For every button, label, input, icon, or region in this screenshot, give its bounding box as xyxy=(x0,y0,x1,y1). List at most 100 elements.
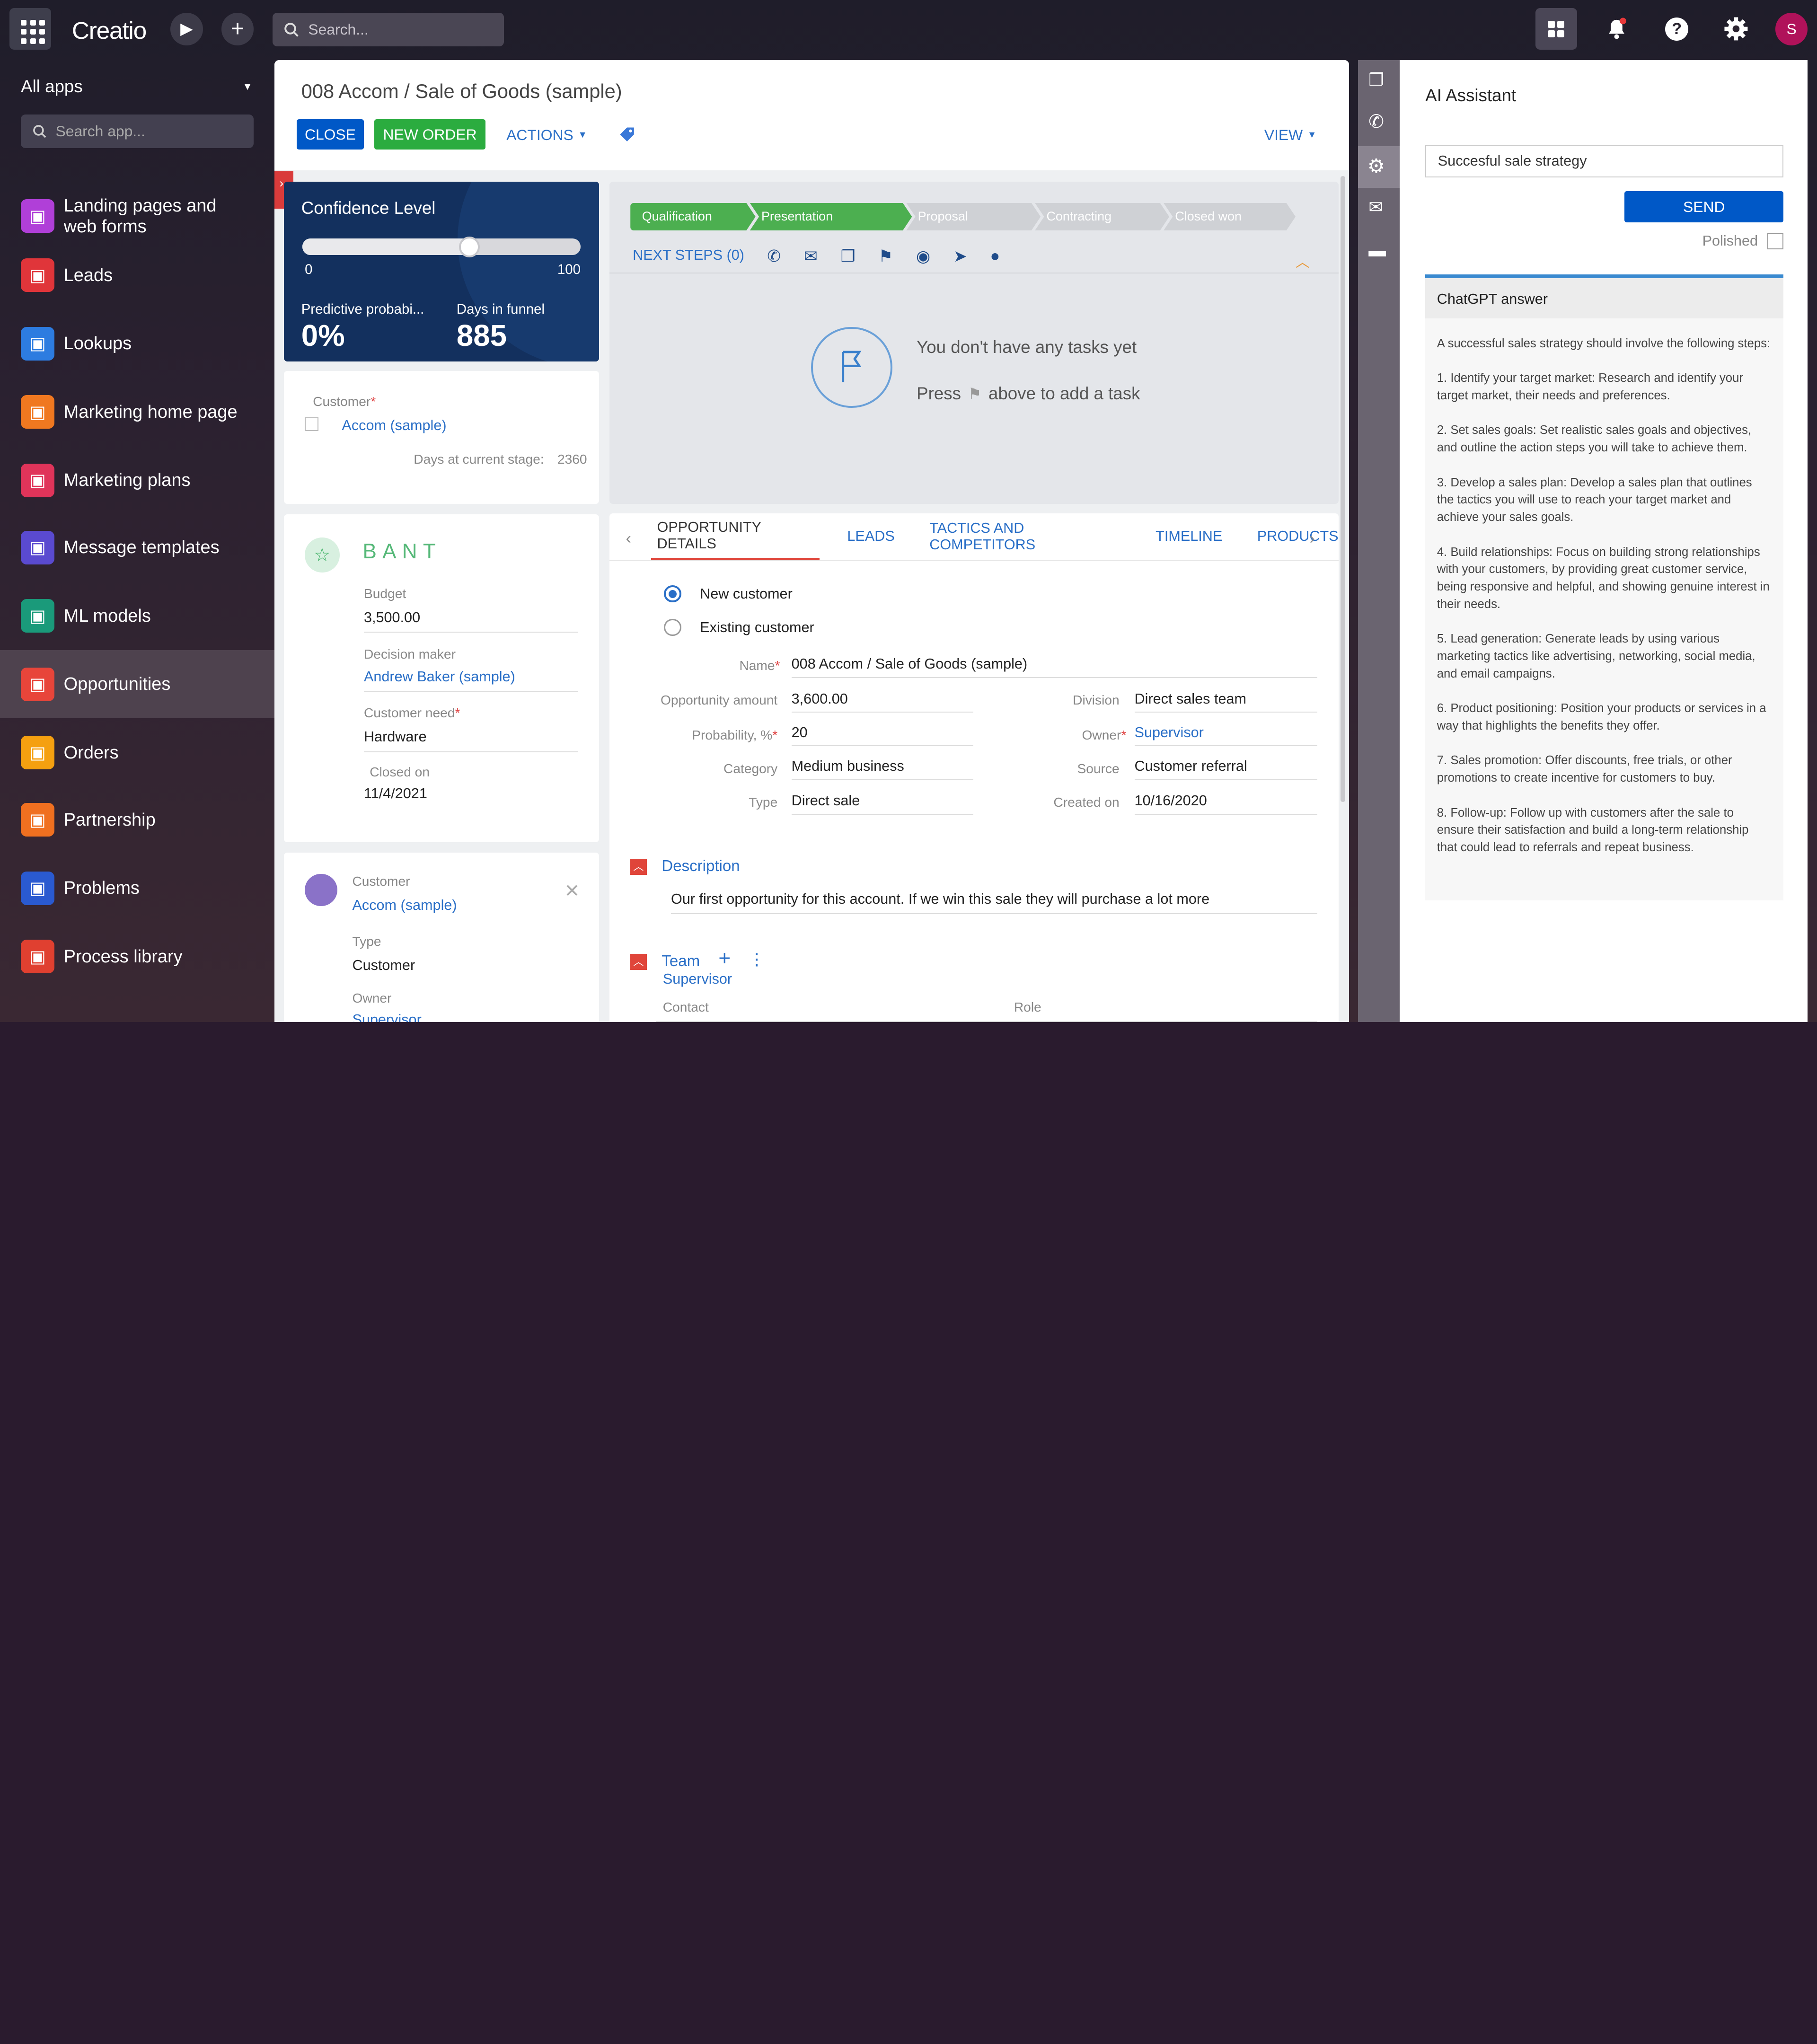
tabs-next-icon[interactable]: › xyxy=(1309,529,1314,548)
actions-menu[interactable]: ACTIONS ▼ xyxy=(506,126,587,144)
gear-icon[interactable]: ⚙ xyxy=(1367,154,1385,177)
ai-prompt-input[interactable]: Succesful sale strategy xyxy=(1425,145,1783,177)
team-contact-link[interactable]: Supervisor xyxy=(663,971,732,987)
existing-customer-radio[interactable]: Existing customer xyxy=(664,618,814,636)
sidebar-item-opportunities[interactable]: ▣ Opportunities xyxy=(0,650,275,719)
add-button[interactable]: + xyxy=(221,12,254,45)
days-funnel-label: Days in funnel xyxy=(456,301,545,317)
whatsapp-icon[interactable]: ● xyxy=(990,247,1000,265)
amount-field[interactable]: 3,600.00 xyxy=(791,691,974,713)
flag-icon[interactable]: ⚑ xyxy=(878,247,893,266)
customer-mini-card: Customer Accom (sample) ✕ Type Customer … xyxy=(283,853,600,1022)
sidebar-item-problems[interactable]: ▣ Problems xyxy=(0,854,274,922)
tab-opportunity-details[interactable]: OPPORTUNITY DETAILS xyxy=(651,513,820,560)
probability-field[interactable]: 20 xyxy=(791,724,974,747)
sidebar-item-marketing-home-page[interactable]: ▣ Marketing home page xyxy=(0,378,274,446)
creatio-logo: Creatio xyxy=(71,17,147,44)
sidebar-item-message-templates[interactable]: ▣ Message templates xyxy=(0,513,274,581)
sidebar-item-leads[interactable]: ▣ Leads xyxy=(0,241,274,309)
stage-presentation[interactable]: Presentation xyxy=(750,203,912,231)
help-button[interactable]: ? xyxy=(1656,8,1698,50)
radio-unchecked-icon xyxy=(664,618,681,636)
type-label: Type xyxy=(352,934,381,949)
user-avatar[interactable]: S xyxy=(1775,12,1808,45)
ml-icon: ▣ xyxy=(21,599,55,633)
telegram-icon[interactable]: ➤ xyxy=(953,247,967,266)
tab-leads[interactable]: LEADS xyxy=(847,513,894,560)
close-button[interactable]: CLOSE xyxy=(296,119,364,150)
more-icon[interactable]: ⋮ xyxy=(749,950,765,969)
tag-icon xyxy=(620,127,634,141)
answer-paragraph: 3. Develop a sales plan: Develop a sales… xyxy=(1437,476,1752,524)
mini-customer-link[interactable]: Accom (sample) xyxy=(352,897,457,914)
customer-need-field[interactable]: Hardware xyxy=(363,729,579,752)
source-field[interactable]: Customer referral xyxy=(1134,758,1318,780)
sidebar-item-lookups[interactable]: ▣ Lookups xyxy=(0,309,274,378)
tabs-prev-icon[interactable]: ‹ xyxy=(626,529,631,548)
collapse-icon[interactable]: ︿ xyxy=(1296,251,1309,271)
sidebar-item-ml-models[interactable]: ▣ ML models xyxy=(0,581,274,650)
team-title[interactable]: Team xyxy=(662,952,700,970)
created-field[interactable]: 10/16/2020 xyxy=(1134,793,1318,815)
owner-field[interactable]: Supervisor xyxy=(1134,724,1318,747)
stage-qualification[interactable]: Qualification xyxy=(630,203,755,231)
tab-bar: OPPORTUNITY DETAILS LEADS TACTICS AND COMP… xyxy=(651,513,1339,560)
sidebar-item-partnership[interactable]: ▣ Partnership xyxy=(0,785,274,854)
confidence-card: Confidence Level 0 100 Predictive probab… xyxy=(283,182,600,362)
type-field[interactable]: Direct sale xyxy=(791,793,974,815)
chat-icon[interactable]: ❐ xyxy=(1368,70,1384,90)
owner-link[interactable]: Supervisor xyxy=(352,1012,421,1022)
scrollbar[interactable] xyxy=(1341,176,1346,802)
chat-icon[interactable]: ❐ xyxy=(841,247,856,266)
stage-proposal[interactable]: Proposal xyxy=(906,203,1041,231)
new-customer-radio[interactable]: New customer xyxy=(664,585,793,603)
settings-button[interactable] xyxy=(1715,8,1757,50)
tag-button[interactable] xyxy=(619,126,635,147)
all-apps-dropdown[interactable]: All apps ▼ xyxy=(21,77,253,97)
collapse-team-icon[interactable]: ︿ xyxy=(630,953,647,970)
app-search-input[interactable]: Search app... xyxy=(21,115,254,149)
sidebar-item-orders[interactable]: ▣ Orders xyxy=(0,718,274,786)
customer-link[interactable]: Accom (sample) xyxy=(342,417,446,434)
category-field[interactable]: Medium business xyxy=(791,758,974,780)
description-text[interactable]: Our first opportunity for this account. … xyxy=(670,891,1318,915)
tab-timeline[interactable]: TIMELINE xyxy=(1155,513,1222,560)
add-team-icon[interactable]: + xyxy=(718,947,731,970)
stage-closed-won[interactable]: Closed won xyxy=(1164,203,1296,231)
sidebar-item-process-library[interactable]: ▣ Process library xyxy=(0,922,274,990)
close-icon[interactable]: ✕ xyxy=(565,881,580,902)
description-title[interactable]: Description xyxy=(662,857,740,875)
slider-handle[interactable] xyxy=(459,236,480,257)
global-search-input[interactable]: Search... xyxy=(272,12,504,46)
sidebar-item-marketing-plans[interactable]: ▣ Marketing plans xyxy=(0,446,274,514)
new-order-button[interactable]: NEW ORDER xyxy=(374,119,486,150)
run-process-button[interactable]: ▶ xyxy=(170,12,203,45)
decision-maker-link[interactable]: Andrew Baker (sample) xyxy=(363,669,579,692)
stage-contracting[interactable]: Contracting xyxy=(1035,203,1169,231)
tab-tactics-and-competitors[interactable]: TACTICS AND COMPETITORS xyxy=(929,513,1120,560)
notifications-button[interactable] xyxy=(1596,8,1637,50)
email-icon[interactable]: ✉ xyxy=(1368,197,1383,217)
polished-checkbox[interactable]: Polished xyxy=(1702,233,1783,249)
dashboard-button[interactable] xyxy=(1535,8,1578,50)
messenger-icon[interactable]: ◉ xyxy=(916,247,930,266)
comment-icon[interactable]: ▬ xyxy=(1368,241,1386,261)
send-button[interactable]: SEND xyxy=(1624,191,1783,223)
customer-need-label: Customer need xyxy=(364,705,460,721)
view-menu[interactable]: VIEW ▼ xyxy=(1264,126,1317,144)
confidence-slider[interactable] xyxy=(302,236,581,257)
phone-icon[interactable]: ✆ xyxy=(767,247,781,266)
phone-icon[interactable]: ✆ xyxy=(1368,111,1384,132)
app-launcher-button[interactable] xyxy=(9,8,51,50)
budget-field[interactable]: 3,500.00 xyxy=(363,609,579,633)
name-field[interactable]: 008 Accom / Sale of Goods (sample) xyxy=(791,656,1318,678)
closed-on-field[interactable]: 11/4/2021 xyxy=(364,785,427,802)
division-field[interactable]: Direct sales team xyxy=(1134,691,1318,713)
stage-panel: Qualification Presentation Proposal Contrac… xyxy=(609,182,1339,504)
tab-products[interactable]: PRODUCTS xyxy=(1257,513,1339,560)
sidebar-item-landing-pages-and-web-forms[interactable]: ▣ Landing pages and web forms xyxy=(0,182,274,250)
next-steps-link[interactable]: NEXT STEPS (0) xyxy=(633,247,744,264)
days-stage-value: 2360 xyxy=(557,452,587,467)
email-icon[interactable]: ✉ xyxy=(804,247,818,266)
collapse-description-icon[interactable]: ︿ xyxy=(630,858,647,875)
